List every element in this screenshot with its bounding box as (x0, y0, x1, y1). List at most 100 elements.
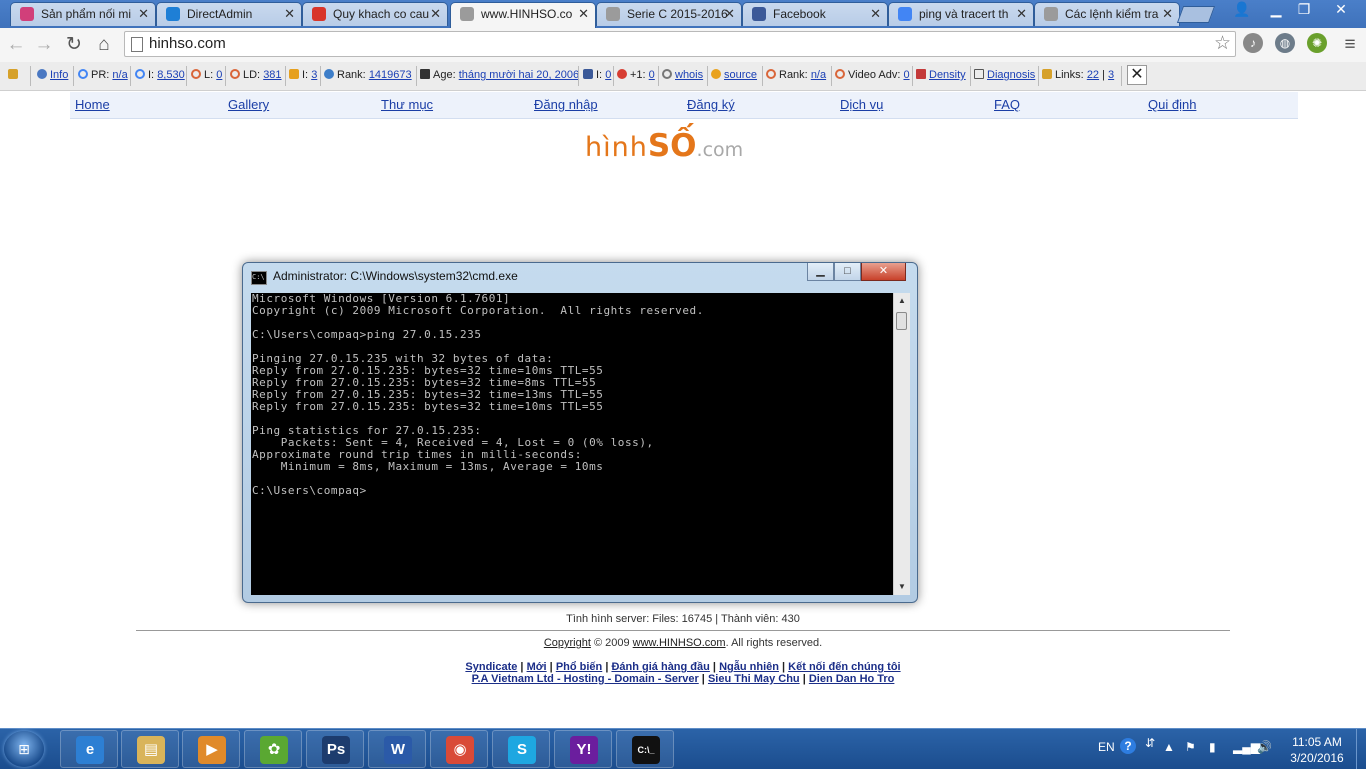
tab-close-icon[interactable]: ✕ (138, 3, 149, 25)
tab-close-icon[interactable]: ✕ (284, 3, 295, 25)
age-value[interactable]: tháng mười hai 20, 2006 (459, 69, 579, 81)
volume-icon[interactable]: 🔊 (1257, 740, 1272, 754)
browser-tab[interactable]: DirectAdmin ✕ (156, 2, 302, 26)
chrome-menu-icon[interactable]: ≡ (1338, 33, 1362, 57)
scroll-down-arrow-icon[interactable]: ▼ (894, 579, 910, 595)
restore-button[interactable]: ❐ (1290, 0, 1318, 20)
url-text[interactable]: hinhso.com (149, 35, 226, 52)
tab-close-icon[interactable]: ✕ (1016, 3, 1027, 25)
pr-value[interactable]: n/a (112, 69, 127, 81)
rank2-value[interactable]: n/a (811, 69, 826, 81)
seo-info[interactable]: Info (37, 69, 68, 81)
scroll-thumb[interactable] (896, 312, 907, 330)
links-value-internal[interactable]: 22 (1087, 69, 1099, 81)
browser-tab[interactable]: Serie C 2015-2016 ✕ (596, 2, 742, 26)
site-logo[interactable]: hìnhSỐ.com (585, 128, 743, 168)
plus-value[interactable]: 0 (649, 69, 655, 81)
footer-link-syndicate[interactable]: Syndicate (465, 661, 517, 673)
footer-link-sieu-thi-may-chu[interactable]: Sieu Thi May Chu (708, 673, 800, 685)
taskbar-app-button[interactable]: Y! (554, 730, 612, 768)
browser-tab[interactable]: Sản phẩm nối mi ✕ (10, 2, 156, 26)
links-value-external[interactable]: 3 (1108, 69, 1114, 81)
cmd-minimize-button[interactable]: ▁ (807, 263, 834, 281)
help-icon[interactable]: ? (1120, 738, 1136, 754)
taskbar-app-button[interactable]: C:\_ (616, 730, 674, 768)
b-value[interactable]: 3 (311, 69, 317, 81)
taskbar-app-button[interactable]: e (60, 730, 118, 768)
back-button[interactable]: ← (4, 33, 28, 57)
rank-value[interactable]: 1419673 (369, 69, 412, 81)
taskbar-app-button[interactable]: ▶ (182, 730, 240, 768)
nav-register[interactable]: Đăng ký (687, 97, 735, 112)
copyright-link[interactable]: Copyright (544, 637, 591, 649)
seo-settings-icon[interactable] (8, 69, 21, 81)
globe-extension-icon[interactable]: ◍ (1275, 33, 1295, 53)
power-icon[interactable]: ▮ (1209, 740, 1216, 754)
ld-value[interactable]: 381 (263, 69, 281, 81)
footer-link-pa-vietnam[interactable]: P.A Vietnam Ltd - Hosting - Domain - Ser… (472, 673, 699, 685)
diagnosis-link[interactable]: Diagnosis (987, 69, 1035, 81)
taskbar-app-button[interactable]: ▤ (121, 730, 179, 768)
minimize-button[interactable]: ▁ (1262, 0, 1290, 20)
browser-tab[interactable]: www.HINHSO.co ✕ (450, 2, 596, 28)
new-tab-button[interactable] (1176, 6, 1216, 23)
user-profile-icon[interactable]: 👤 (1228, 0, 1256, 20)
cmd-window[interactable]: C:\ Administrator: C:\Windows\system32\c… (242, 262, 918, 603)
info-link[interactable]: Info (50, 69, 68, 81)
footer-link-link-to-us[interactable]: Kết nối đến chúng tôi (788, 661, 900, 673)
nav-gallery[interactable]: Gallery (228, 97, 269, 112)
footer-link-random[interactable]: Ngẫu nhiên (719, 661, 779, 673)
forward-button[interactable]: → (32, 33, 56, 57)
footer-link-new[interactable]: Mới (527, 661, 547, 673)
reload-button[interactable]: ↻ (62, 33, 86, 57)
browser-tab[interactable]: Quy khach co cau ✕ (302, 2, 448, 26)
browser-tab[interactable]: Các lệnh kiểm tra ✕ (1034, 2, 1180, 26)
seo-extension-icon[interactable]: ✺ (1307, 33, 1327, 53)
taskbar-app-button[interactable]: ✿ (244, 730, 302, 768)
input-method-icon[interactable]: ⇵ (1145, 736, 1155, 750)
cmd-maximize-button[interactable]: □ (834, 263, 861, 281)
address-bar[interactable]: hinhso.com ☆ (124, 31, 1236, 57)
nav-login[interactable]: Đăng nhập (534, 97, 598, 112)
scroll-up-arrow-icon[interactable]: ▲ (894, 293, 910, 309)
tab-close-icon[interactable]: ✕ (870, 3, 881, 25)
footer-link-top-rated[interactable]: Đánh giá hàng đầu (611, 661, 709, 673)
browser-tab[interactable]: ping và tracert th ✕ (888, 2, 1034, 26)
show-desktop-button[interactable] (1356, 729, 1366, 769)
l-value[interactable]: 0 (216, 69, 222, 81)
close-toolbar-icon[interactable]: ✕ (1127, 65, 1147, 85)
site-link[interactable]: www.HINHSO.com (633, 637, 726, 649)
close-window-button[interactable]: ✕ (1324, 0, 1358, 20)
source-link[interactable]: source (724, 69, 757, 81)
browser-tab[interactable]: Facebook ✕ (742, 2, 888, 26)
tab-close-icon[interactable]: ✕ (724, 3, 735, 25)
taskbar-app-button[interactable]: ◉ (430, 730, 488, 768)
show-hidden-icons-icon[interactable]: ▲ (1163, 740, 1175, 754)
console-output[interactable]: Microsoft Windows [Version 6.1.7601] Copy… (251, 293, 893, 595)
console-scrollbar[interactable]: ▲ ▼ (893, 293, 910, 595)
system-clock[interactable]: 11:05 AM 3/20/2016 (1282, 734, 1352, 766)
nav-directory[interactable]: Thư mục (381, 97, 433, 112)
music-extension-icon[interactable]: ♪ (1243, 33, 1263, 53)
footer-link-popular[interactable]: Phổ biến (556, 661, 602, 673)
taskbar-app-button[interactable]: W (368, 730, 426, 768)
language-indicator[interactable]: EN (1098, 740, 1115, 754)
whois-link[interactable]: whois (675, 69, 703, 81)
tab-close-icon[interactable]: ✕ (1162, 3, 1173, 25)
nav-rules[interactable]: Qui định (1148, 97, 1196, 112)
cmd-close-button[interactable]: ✕ (861, 263, 906, 281)
network-signal-icon[interactable]: ▂▄▆ (1233, 740, 1260, 754)
taskbar-app-button[interactable]: Ps (306, 730, 364, 768)
nav-home[interactable]: Home (75, 97, 110, 112)
footer-link-dien-dan[interactable]: Dien Dan Ho Tro (809, 673, 895, 685)
bookmark-star-icon[interactable]: ☆ (1214, 32, 1231, 55)
action-center-flag-icon[interactable]: ⚑ (1185, 740, 1196, 754)
density-link[interactable]: Density (929, 69, 966, 81)
tab-close-icon[interactable]: ✕ (578, 3, 589, 25)
home-button[interactable]: ⌂ (92, 33, 116, 57)
video-value[interactable]: 0 (903, 69, 909, 81)
nav-faq[interactable]: FAQ (994, 97, 1020, 112)
start-button[interactable]: ⊞ (4, 731, 44, 767)
fb-value[interactable]: 0 (605, 69, 611, 81)
nav-services[interactable]: Dịch vụ (840, 97, 883, 112)
